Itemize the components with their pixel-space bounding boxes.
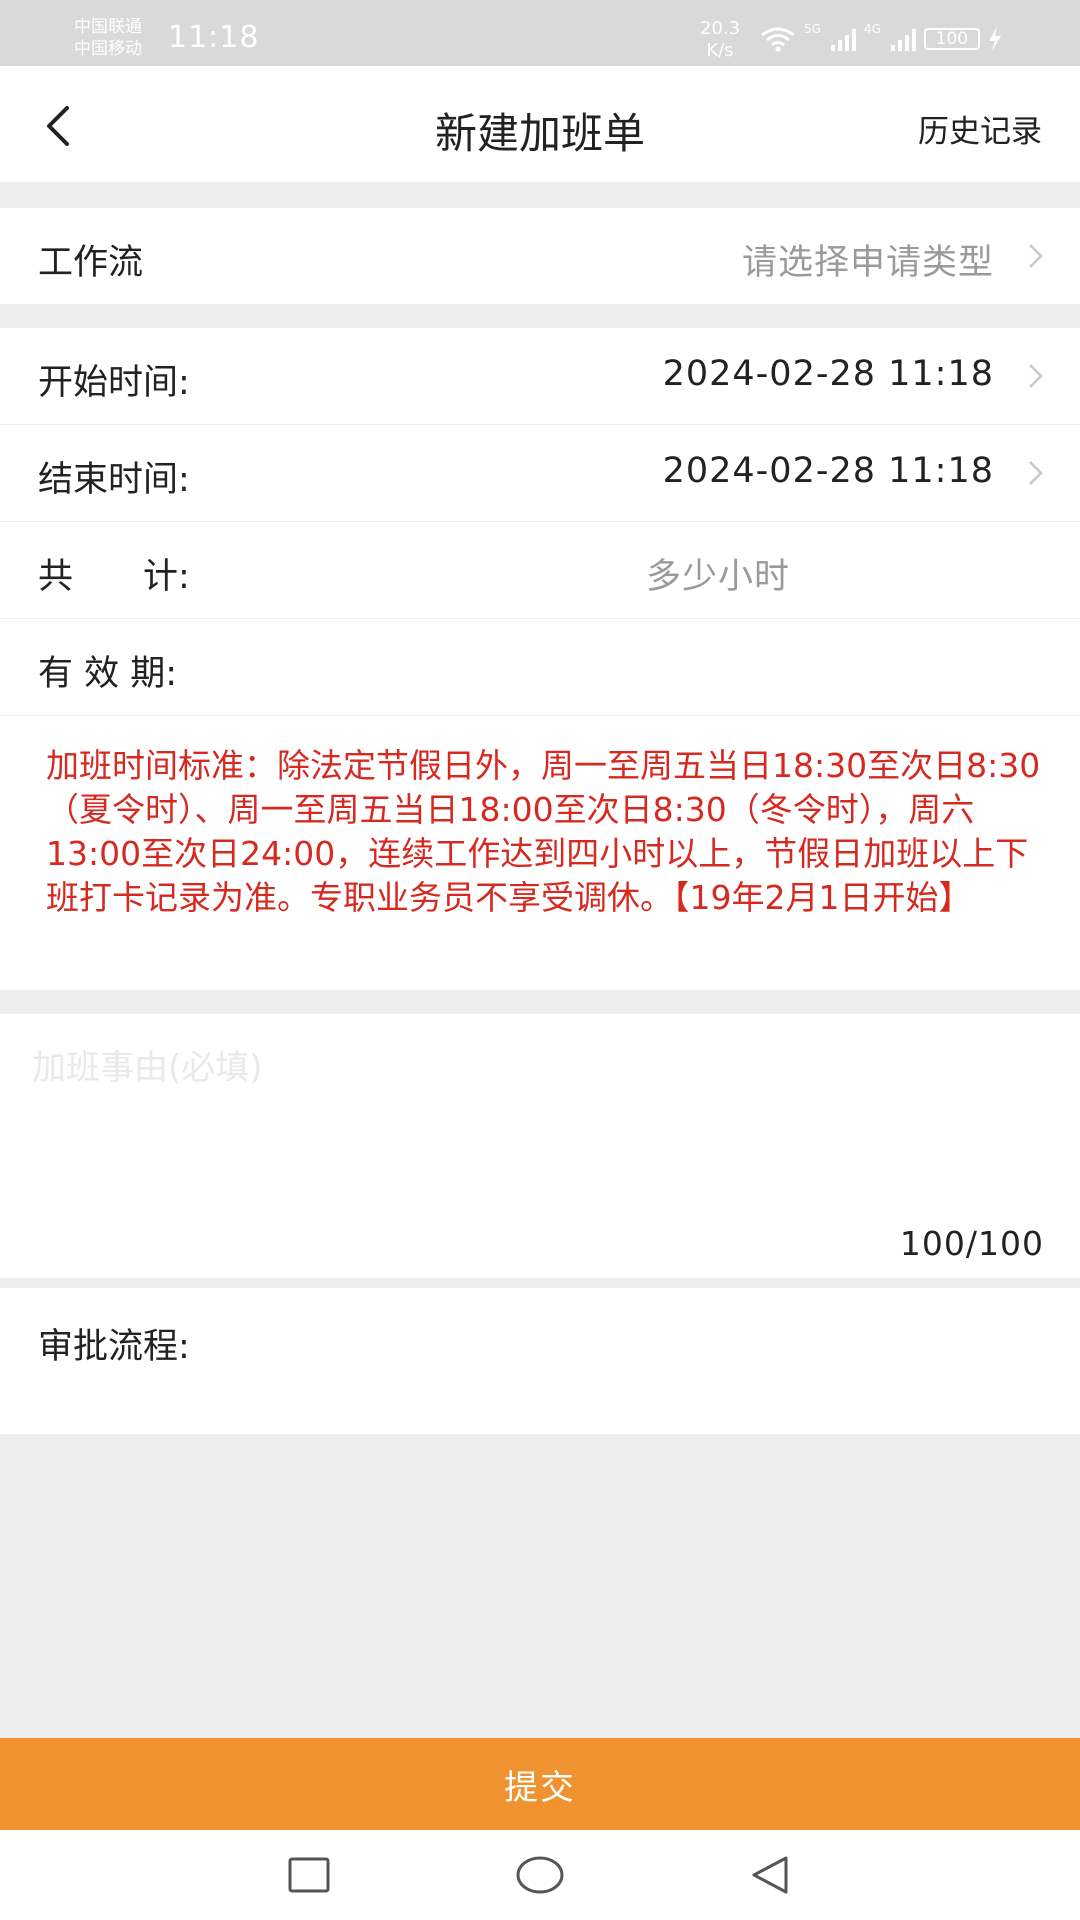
start-time-row[interactable]: 开始时间: 2024-02-28 11:18 [0,328,1080,425]
validity-label: 有 效 期: [38,654,178,694]
end-time-label: 结束时间: [38,460,190,500]
end-time-value[interactable]: 2024-02-28 11:18 [663,451,994,491]
square-icon [288,1857,330,1893]
workflow-row[interactable]: 工作流 请选择申请类型 [0,208,1080,304]
charging-icon [988,27,1001,51]
time-card: 开始时间: 2024-02-28 11:18 结束时间: 2024-02-28 … [0,328,1080,716]
recent-apps-button[interactable] [279,1850,339,1900]
submit-button[interactable]: 提交 [0,1738,1080,1830]
net-label-4g: 4G [863,22,881,36]
overtime-notice: 加班时间标准：除法定节假日外，周一至周五当日18:30至次日8:30（夏令时）、… [46,746,1041,917]
validity-row: 有 效 期: [0,619,1080,716]
wifi-icon [761,27,795,52]
status-icons: 5G 4G 100 [760,22,1002,56]
start-time-label: 开始时间: [38,363,190,403]
approval-card: 审批流程: [0,1288,1080,1434]
reason-input[interactable] [30,1038,1054,1192]
reason-card: 100/100 [0,1014,1080,1278]
speed-unit: K/s [706,40,734,61]
net-label-5g: 5G [804,22,821,36]
chevron-right-icon [1029,461,1043,485]
approval-label: 审批流程: [38,1327,190,1367]
status-time: 11:18 [168,20,260,55]
history-button[interactable]: 历史记录 [918,106,1042,151]
signal-5g-icon [830,27,856,51]
triangle-back-icon [752,1856,788,1894]
nav-bar: 新建加班单 历史记录 [0,66,1080,182]
carrier-1: 中国联通 [74,17,142,37]
total-hours-field[interactable]: 多少小时 [646,548,790,599]
total-hours-row: 共 计: 多少小时 [0,522,1080,619]
workflow-select[interactable]: 请选择申请类型 [742,234,994,285]
chevron-right-icon [1029,364,1043,388]
system-nav-bar [0,1830,1080,1920]
circle-icon [516,1856,564,1894]
workflow-card: 工作流 请选择申请类型 [0,208,1080,304]
chevron-right-icon [1029,244,1043,268]
carrier-2: 中国移动 [74,39,142,59]
network-speed: 20.3 K/s [700,18,740,62]
carrier-labels: 中国联通 中国移动 [74,16,142,60]
total-hours-label: 共 计: [38,557,190,597]
battery-icon: 100 [923,28,980,50]
end-time-row[interactable]: 结束时间: 2024-02-28 11:18 [0,425,1080,522]
back-nav-button[interactable] [740,1850,800,1900]
home-button[interactable] [510,1850,570,1900]
workflow-label: 工作流 [38,243,144,283]
status-bar: 中国联通 中国移动 11:18 20.3 K/s 5G 4G 100 [0,0,1080,66]
speed-value: 20.3 [700,18,741,39]
start-time-value[interactable]: 2024-02-28 11:18 [663,354,994,394]
char-counter: 100/100 [899,1224,1044,1263]
signal-4g-icon [890,27,916,51]
